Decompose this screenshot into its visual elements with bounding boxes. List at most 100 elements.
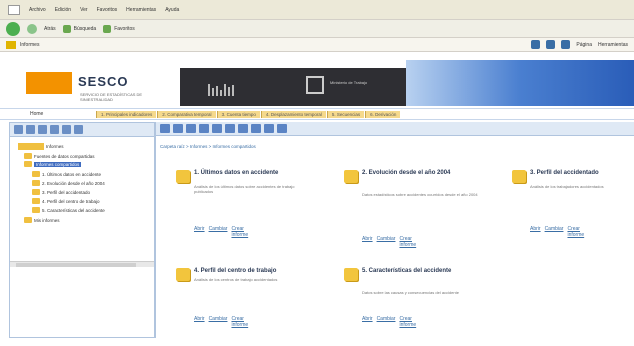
tree-item[interactable]: 3. Perfil del accidentado [32, 189, 90, 195]
open-link[interactable]: Abrir [362, 236, 373, 248]
tree-item[interactable]: 5. Características del accidente [32, 207, 105, 213]
folder-icon[interactable] [14, 125, 23, 134]
open-link[interactable]: Abrir [362, 316, 373, 328]
open-link[interactable]: Abrir [194, 226, 205, 238]
new-folder-icon[interactable] [186, 124, 196, 133]
refresh-icon[interactable] [62, 125, 71, 134]
new-report-icon[interactable] [199, 124, 209, 133]
tree-item[interactable]: Informes compartidos [24, 161, 82, 167]
search-button[interactable]: Búsqueda [62, 24, 96, 33]
tools-menu[interactable]: Herramientas [598, 42, 628, 48]
tree-toolbar [10, 123, 154, 137]
move-icon[interactable] [238, 124, 248, 133]
tree-horizontal-scrollbar[interactable] [10, 261, 154, 267]
print-icon[interactable] [561, 40, 571, 49]
change-link[interactable]: Cambiar [209, 226, 228, 238]
create-report-link[interactable]: Crear informe [399, 236, 416, 248]
tree-item[interactable]: Fuentes de datos compartidas [24, 153, 95, 159]
tile-view-icon[interactable] [173, 124, 183, 133]
open-link[interactable]: Abrir [194, 316, 205, 328]
delete-icon[interactable] [251, 124, 261, 133]
report-title[interactable]: 3. Perfil del accidentado [530, 170, 634, 177]
report-folder-icon [176, 170, 190, 183]
report-description: Datos sobre las causas y consecuencias d… [362, 290, 459, 295]
page-menu[interactable]: Página [576, 42, 592, 48]
folder-tree-pane: Informes Fuentes de datos compartidas In… [9, 122, 155, 338]
windows-flag-icon [8, 4, 20, 15]
copy-icon[interactable] [225, 124, 235, 133]
menu-tools[interactable]: Herramientas [126, 7, 156, 13]
scrollbar-thumb[interactable] [16, 263, 136, 267]
report-icon [32, 180, 40, 186]
page-tab-title[interactable]: Informes [20, 42, 39, 48]
nav-item-secuencias[interactable]: 5. Secuencias [326, 110, 365, 118]
create-report-link[interactable]: Crear informe [399, 316, 416, 328]
tree-item[interactable]: Mis informes [24, 217, 60, 223]
favorites-button[interactable]: Favoritos [103, 24, 135, 33]
menu-edit[interactable]: Edición [55, 7, 71, 13]
folder-icon [24, 217, 32, 223]
change-link[interactable]: Cambiar [209, 316, 228, 328]
create-report-link[interactable]: Crear informe [567, 226, 584, 238]
list-view-icon[interactable] [160, 124, 170, 133]
delete-icon[interactable] [74, 125, 83, 134]
tree-item[interactable]: 2. Evolución desde el año 2004 [32, 180, 105, 186]
tree-item[interactable]: 1. Últimos datos en accidente [32, 171, 101, 177]
menu-file[interactable]: Archivo [29, 7, 46, 13]
site-nav: Home 1. Principales indicadores 2. Compa… [0, 108, 634, 120]
chart-icon[interactable] [38, 125, 47, 134]
report-actions: Abrir Cambiar Crear informe [530, 226, 584, 238]
back-icon[interactable] [6, 21, 20, 36]
menu-view[interactable]: Ver [80, 7, 88, 13]
table-icon[interactable] [50, 125, 59, 134]
report-description: Datos estadísticos sobre accidentes ocur… [362, 192, 478, 197]
report-icon [32, 171, 40, 177]
forward-icon[interactable] [27, 23, 37, 34]
tree-root[interactable]: Informes [18, 143, 64, 150]
report-folder-icon [344, 170, 358, 183]
star-icon [103, 24, 112, 33]
browser-toolbar: Atrás Búsqueda Favoritos [0, 20, 634, 38]
favorites-bar: Informes Página Herramientas [0, 38, 634, 52]
create-report-link[interactable]: Crear informe [231, 316, 248, 328]
site-logo-text[interactable]: SESCO [78, 74, 129, 89]
feeds-icon[interactable] [546, 40, 556, 49]
edit-icon[interactable] [212, 124, 222, 133]
breadcrumb[interactable]: Carpeta raíz > Informes > Informes compa… [160, 144, 256, 149]
report-actions: Abrir Cambiar Crear informe [362, 316, 416, 328]
favorite-page-icon [6, 40, 16, 49]
menu-favorites[interactable]: Favoritos [97, 7, 118, 13]
report-title[interactable]: 4. Perfil del centro de trabajo [194, 268, 316, 275]
tree-item[interactable]: 4. Perfil del centro de trabajo [32, 198, 100, 204]
report-title[interactable]: 2. Evolución desde el año 2004 [362, 170, 484, 177]
create-report-link[interactable]: Crear informe [231, 226, 248, 238]
browser-menubar: Archivo Edición Ver Favoritos Herramient… [0, 0, 634, 20]
change-link[interactable]: Cambiar [377, 316, 396, 328]
nav-item-desplazamiento[interactable]: 4. Desplazamiento temporal [260, 110, 326, 118]
report-folder-icon [176, 268, 190, 281]
report-title[interactable]: 1. Últimos datos en accidente [194, 170, 316, 177]
report-icon [32, 198, 40, 204]
edit-icon[interactable] [26, 125, 35, 134]
nav-home[interactable]: Home [30, 111, 96, 117]
nav-item-cuenta[interactable]: 3. Cuenta tiempo [216, 110, 260, 118]
nav-item-derivacion[interactable]: 6. Derivación [365, 110, 401, 118]
nav-item-comparativa[interactable]: 2. Comparativa temporal [157, 110, 216, 118]
report-title[interactable]: 5. Características del accidente [362, 268, 484, 275]
change-link[interactable]: Cambiar [377, 236, 396, 248]
report-icon [32, 189, 40, 195]
menu-help[interactable]: Ayuda [165, 7, 179, 13]
change-link[interactable]: Cambiar [545, 226, 564, 238]
home-icon[interactable] [531, 40, 541, 49]
back-button[interactable]: Atrás [44, 26, 56, 32]
report-folder-icon [512, 170, 526, 183]
refresh-icon[interactable] [277, 124, 287, 133]
report-actions: Abrir Cambiar Crear informe [194, 316, 248, 328]
nav-item-indicadores[interactable]: 1. Principales indicadores [96, 110, 157, 118]
open-link[interactable]: Abrir [530, 226, 541, 238]
properties-icon[interactable] [264, 124, 274, 133]
ministry-logo-icon [306, 76, 324, 94]
report-description: Análisis de los trabajadores accidentado… [530, 184, 604, 189]
root-folder-icon [18, 143, 44, 150]
sesco-logo-mark [26, 72, 72, 94]
